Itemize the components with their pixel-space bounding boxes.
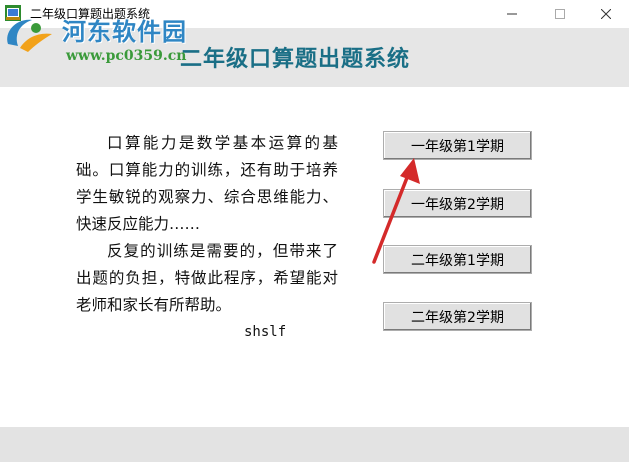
close-icon (601, 9, 611, 19)
maximize-icon (555, 9, 565, 19)
red-arrow-icon (372, 158, 420, 264)
grade2-term2-button[interactable]: 二年级第2学期 (383, 302, 532, 331)
intro-paragraph: 反复的训练是需要的，但带来了出题的负担，特做此程序，希望能对老师和家长有所帮助。 (76, 242, 338, 314)
intro-paragraph: 口算能力是数学基本运算的基础。口算能力的训练，还有助于培养学生敏锐的观察力、综合… (76, 134, 338, 233)
watermark-logo-icon (7, 19, 52, 52)
author-signature: shslf (244, 324, 287, 340)
watermark-name: 河东软件园 (62, 17, 187, 46)
minimize-button[interactable] (489, 0, 535, 28)
status-band (0, 427, 629, 462)
watermark-url: www.pc0359.cn (66, 48, 187, 64)
minimize-icon (507, 13, 517, 15)
close-button[interactable] (583, 0, 629, 28)
page-title: 二年级口算题出题系统 (180, 46, 411, 72)
maximize-button[interactable] (537, 0, 583, 28)
intro-text: 口算能力是数学基本运算的基础。口算能力的训练，还有助于培养学生敏锐的观察力、综合… (76, 130, 338, 319)
